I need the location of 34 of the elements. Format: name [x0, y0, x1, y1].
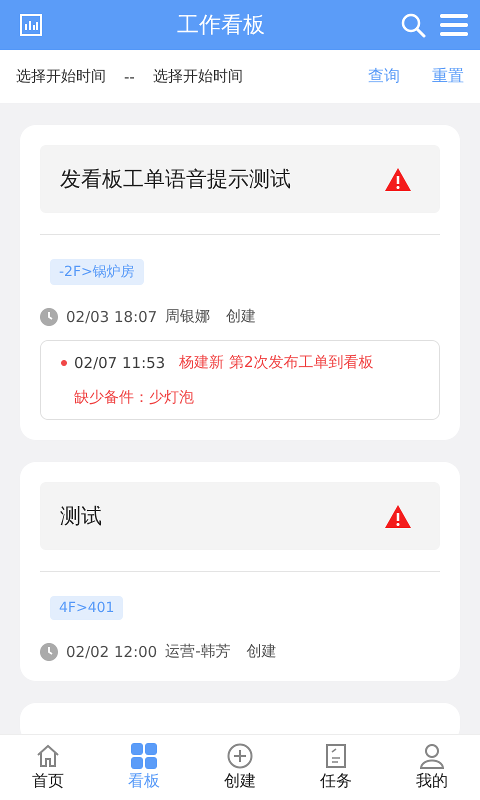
clock-icon: [40, 308, 58, 326]
start-time-picker[interactable]: 选择开始时间: [16, 67, 106, 86]
nav-tab[interactable]: 创建: [192, 735, 288, 800]
status-dot: [61, 360, 67, 366]
creator-name: 周银娜: [165, 307, 210, 326]
card-title: 测试: [60, 503, 102, 530]
nav-tab[interactable]: 我的: [384, 735, 480, 800]
date-separator: --: [124, 68, 135, 86]
log-note: 缺少备件：少灯泡: [73, 388, 195, 407]
card-title: 发看板工单语音提示测试: [60, 166, 291, 193]
clipboard-icon: [325, 743, 347, 769]
clock-icon: [40, 642, 58, 660]
plus-circle-icon: [227, 743, 253, 769]
bar-chart-icon[interactable]: [20, 14, 42, 36]
page-title: 工作看板: [177, 12, 265, 40]
nav-tab[interactable]: 首页: [0, 735, 96, 800]
user-icon: [419, 743, 445, 769]
created-time: 02/02 12:00: [66, 642, 158, 660]
nav-tab[interactable]: 任务: [288, 735, 384, 800]
location-tag: -2F>锅炉房: [50, 259, 144, 285]
creator-name: 运营-韩芳: [165, 642, 231, 661]
menu-icon[interactable]: [440, 13, 468, 37]
created-time: 02/03 18:07: [66, 308, 158, 326]
work-order-card[interactable]: 发看板工单语音提示测试 -2F>锅炉房 02/03 18:07 周银娜 创建 02/07 11:53 杨建新 第2次发布工单到看板 缺少备件：少灯泡: [20, 125, 460, 440]
search-icon[interactable]: [400, 12, 426, 38]
home-icon: [35, 743, 61, 769]
log-message: 杨建新 第2次发布工单到看板: [179, 353, 374, 372]
grid-icon: [131, 743, 157, 769]
location-tag: 4F>401: [50, 596, 124, 620]
log-time: 02/07 11:53: [74, 354, 166, 372]
end-time-picker[interactable]: 选择开始时间: [152, 67, 243, 86]
action-label: 创建: [246, 642, 277, 661]
action-label: 创建: [226, 307, 256, 326]
work-order-card[interactable]: 测试 4F>401 02/02 12:00 运营-韩芳 创建: [20, 462, 460, 681]
